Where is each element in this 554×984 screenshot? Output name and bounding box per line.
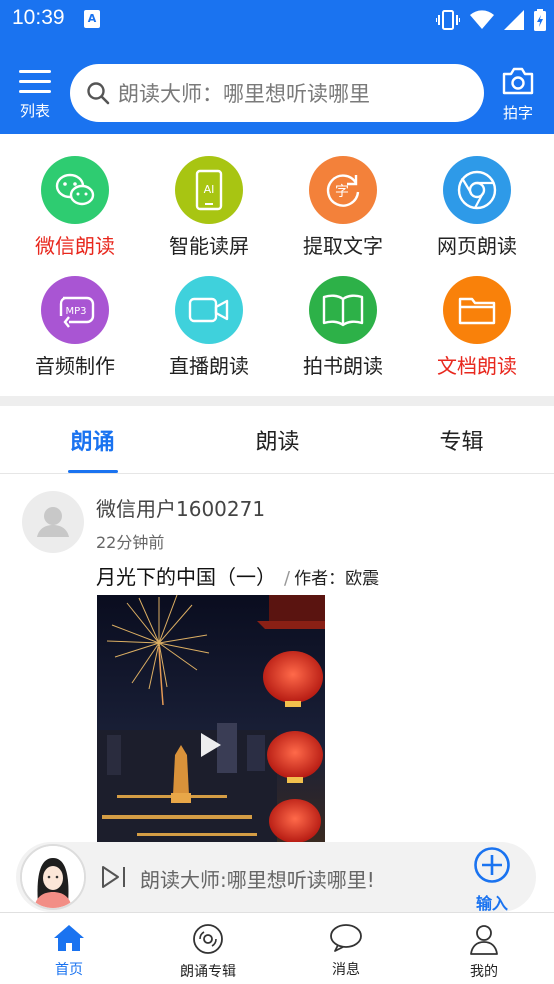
post-time: 22分钟前 (96, 533, 165, 552)
add-circle-icon (474, 847, 510, 883)
book-icon (309, 276, 377, 344)
user-icon (470, 925, 498, 955)
input-label: 输入 (475, 894, 508, 913)
status-icons (436, 6, 546, 34)
search-icon (87, 82, 110, 105)
grid-label: 微信朗读 (35, 234, 115, 258)
grid-item-wechat-read[interactable]: 微信朗读 (8, 156, 142, 266)
grid-label: 直播朗读 (169, 354, 249, 378)
fireworks-lanterns-image (97, 595, 325, 845)
wechat-icon (41, 156, 109, 224)
post-title-row: 月光下的中国（一） / 作者：欧震 (96, 561, 379, 590)
battery-icon (534, 9, 546, 31)
tab-album[interactable]: 专辑 (369, 424, 554, 456)
grid-item-extract-text[interactable]: 字 提取文字 (276, 156, 410, 266)
menu-button[interactable]: 列表 (14, 68, 56, 124)
message-icon (330, 924, 362, 952)
vibrate-icon (436, 10, 460, 30)
app-header: 列表 朗读大师：哪里想听读哪里 拍字 (0, 40, 554, 134)
video-thumbnail[interactable] (97, 595, 325, 845)
post-username[interactable]: 微信用户1600271 (96, 493, 265, 522)
wifi-icon (470, 10, 494, 29)
grid-item-smart-screen[interactable]: AI 智能读屏 (142, 156, 276, 266)
nav-messages[interactable]: 消息 (296, 923, 396, 979)
ai-phone-icon: AI (175, 156, 243, 224)
browser-icon (443, 156, 511, 224)
video-camera-icon (175, 276, 243, 344)
svg-text:字: 字 (335, 184, 349, 200)
app-notification-icon: A (84, 10, 100, 28)
grid-label: 智能读屏 (169, 234, 249, 258)
grid-label: 提取文字 (303, 234, 383, 258)
grid-label: 拍书朗读 (303, 354, 383, 378)
content-tabs: 朗诵 朗读 专辑 (0, 406, 554, 474)
grid-item-doc-read[interactable]: 文档朗读 (410, 276, 544, 386)
nav-home[interactable]: 首页 (19, 923, 119, 979)
tab-recite[interactable]: 朗诵 (0, 424, 185, 456)
menu-label: 列表 (19, 102, 50, 120)
next-track-icon[interactable] (100, 864, 128, 890)
status-time: 10:39 (12, 6, 65, 29)
grid-item-web-read[interactable]: 网页朗读 (410, 156, 544, 266)
player-avatar[interactable] (20, 844, 86, 910)
menu-icon (19, 68, 51, 94)
search-input[interactable]: 朗读大师：哪里想听读哪里 (70, 64, 484, 122)
nav-label: 朗诵专辑 (180, 964, 236, 980)
camera-button[interactable]: 拍字 (498, 66, 538, 124)
home-icon (54, 925, 84, 951)
grid-item-book-read[interactable]: 拍书朗读 (276, 276, 410, 386)
section-divider (0, 396, 554, 406)
tab-read[interactable]: 朗读 (185, 424, 370, 456)
nav-profile[interactable]: 我的 (434, 923, 534, 981)
disc-icon (193, 924, 223, 954)
svg-text:MP3: MP3 (65, 306, 86, 317)
grid-label: 网页朗读 (437, 234, 517, 258)
grid-label: 音频制作 (35, 354, 115, 378)
nav-label: 消息 (332, 962, 360, 978)
default-avatar-icon (37, 507, 69, 537)
folder-icon (443, 276, 511, 344)
grid-item-audio-make[interactable]: MP3 音频制作 (8, 276, 142, 386)
signal-icon (504, 10, 524, 30)
feed-post[interactable]: 微信用户1600271 22分钟前 月光下的中国（一） / 作者：欧震 (0, 475, 554, 855)
bottom-nav: 首页 朗诵专辑 消息 我的 (0, 912, 554, 984)
mini-player: 朗读大师:哪里想听读哪里! 输入 (16, 842, 536, 914)
grid-label: 文档朗读 (437, 354, 517, 378)
camera-label: 拍字 (502, 104, 533, 122)
feature-grid: 微信朗读 AI 智能读屏 字 提取文字 网页朗读 MP3 音频制作 直播朗读 拍… (0, 134, 554, 396)
nav-album[interactable]: 朗诵专辑 (158, 923, 258, 981)
title-separator: / (284, 568, 291, 589)
active-tab-indicator (68, 470, 118, 473)
post-title[interactable]: 月光下的中国（一） (96, 565, 276, 589)
girl-avatar-icon (22, 846, 84, 908)
mp3-icon: MP3 (41, 276, 109, 344)
input-button[interactable]: 输入 (470, 846, 514, 914)
status-bar: 10:39 A (0, 0, 554, 40)
camera-icon (502, 67, 534, 95)
grid-item-live-read[interactable]: 直播朗读 (142, 276, 276, 386)
player-text[interactable]: 朗读大师:哪里想听读哪里! (140, 864, 375, 893)
extract-text-icon: 字 (309, 156, 377, 224)
avatar[interactable] (22, 491, 84, 553)
search-placeholder: 朗读大师：哪里想听读哪里 (118, 82, 370, 106)
svg-text:AI: AI (204, 183, 215, 196)
nav-label: 首页 (55, 962, 83, 978)
nav-label: 我的 (470, 964, 498, 980)
post-author: 作者：欧震 (294, 569, 380, 589)
